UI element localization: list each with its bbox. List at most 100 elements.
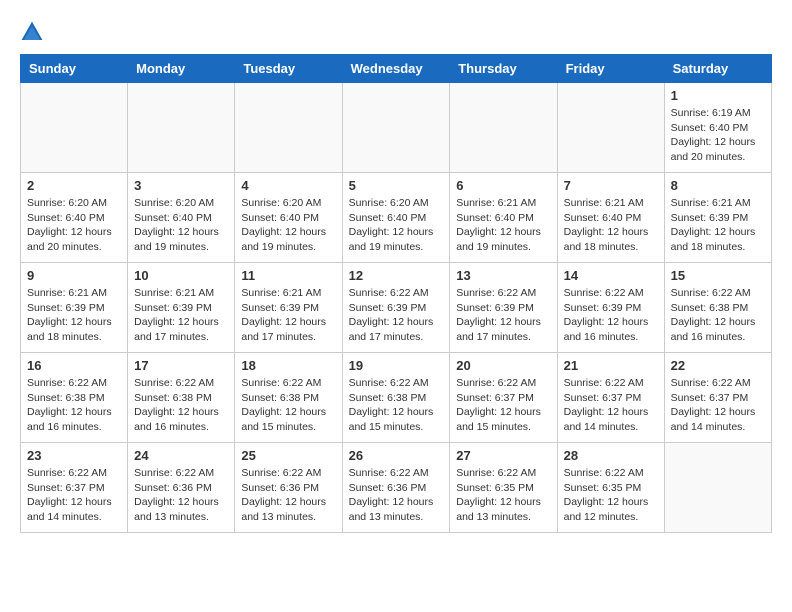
calendar-cell: 7 Sunrise: 6:21 AM Sunset: 6:40 PM Daylig…: [557, 173, 664, 263]
day-info: Sunrise: 6:22 AM Sunset: 6:38 PM Dayligh…: [241, 376, 335, 435]
day-info: Sunrise: 6:20 AM Sunset: 6:40 PM Dayligh…: [349, 196, 444, 255]
calendar-cell: 12 Sunrise: 6:22 AM Sunset: 6:39 PM Dayli…: [342, 263, 450, 353]
calendar-cell: [664, 443, 771, 533]
calendar-cell: 24Sunrise: 6:22 AM Sunset: 6:36 PM Dayli…: [128, 443, 235, 533]
day-info: Sunrise: 6:20 AM Sunset: 6:40 PM Dayligh…: [27, 196, 121, 255]
calendar-cell: 28 Sunrise: 6:22 AM Sunset: 6:35 PM Dayli…: [557, 443, 664, 533]
day-number: 21: [564, 358, 658, 373]
calendar-cell: 26 Sunrise: 6:22 AM Sunset: 6:36 PM Dayli…: [342, 443, 450, 533]
day-number: 8: [671, 178, 765, 193]
weekday-header-wednesday: Wednesday: [342, 55, 450, 83]
day-info: Sunrise: 6:20 AM Sunset: 6:40 PM Dayligh…: [241, 196, 335, 255]
day-info: Sunrise: 6:22 AM Sunset: 6:39 PM Dayligh…: [456, 286, 550, 345]
calendar-cell: 5 Sunrise: 6:20 AM Sunset: 6:40 PM Daylig…: [342, 173, 450, 263]
page-header: [20, 20, 772, 44]
weekday-header-monday: Monday: [128, 55, 235, 83]
day-number: 26: [349, 448, 444, 463]
calendar-cell: 11Sunrise: 6:21 AM Sunset: 6:39 PM Dayli…: [235, 263, 342, 353]
weekday-header-friday: Friday: [557, 55, 664, 83]
calendar-week-row: 2Sunrise: 6:20 AM Sunset: 6:40 PM Daylig…: [21, 173, 772, 263]
day-number: 25: [241, 448, 335, 463]
day-info: Sunrise: 6:22 AM Sunset: 6:36 PM Dayligh…: [134, 466, 228, 525]
calendar-cell: 14 Sunrise: 6:22 AM Sunset: 6:39 PM Dayli…: [557, 263, 664, 353]
logo-icon: [20, 20, 44, 44]
day-info: Sunrise: 6:22 AM Sunset: 6:36 PM Dayligh…: [241, 466, 335, 525]
day-info: Sunrise: 6:22 AM Sunset: 6:37 PM Dayligh…: [671, 376, 765, 435]
day-number: 16: [27, 358, 121, 373]
day-info: Sunrise: 6:22 AM Sunset: 6:37 PM Dayligh…: [456, 376, 550, 435]
calendar-cell: [450, 83, 557, 173]
calendar-week-row: 1Sunrise: 6:19 AM Sunset: 6:40 PM Daylig…: [21, 83, 772, 173]
weekday-header-sunday: Sunday: [21, 55, 128, 83]
calendar-cell: 25 Sunrise: 6:22 AM Sunset: 6:36 PM Dayli…: [235, 443, 342, 533]
day-number: 27: [456, 448, 550, 463]
day-info: Sunrise: 6:22 AM Sunset: 6:38 PM Dayligh…: [671, 286, 765, 345]
calendar-cell: [235, 83, 342, 173]
day-number: 7: [564, 178, 658, 193]
logo: [20, 20, 48, 44]
day-info: Sunrise: 6:22 AM Sunset: 6:38 PM Dayligh…: [27, 376, 121, 435]
calendar-cell: 15 Sunrise: 6:22 AM Sunset: 6:38 PM Dayli…: [664, 263, 771, 353]
day-number: 9: [27, 268, 121, 283]
calendar-cell: 19Sunrise: 6:22 AM Sunset: 6:38 PM Dayli…: [342, 353, 450, 443]
day-number: 11: [241, 268, 335, 283]
calendar-week-row: 16 Sunrise: 6:22 AM Sunset: 6:38 PM Dayli…: [21, 353, 772, 443]
weekday-header-saturday: Saturday: [664, 55, 771, 83]
day-info: Sunrise: 6:22 AM Sunset: 6:36 PM Dayligh…: [349, 466, 444, 525]
calendar-cell: 9 Sunrise: 6:21 AM Sunset: 6:39 PM Daylig…: [21, 263, 128, 353]
day-number: 22: [671, 358, 765, 373]
day-number: 17: [134, 358, 228, 373]
day-info: Sunrise: 6:20 AM Sunset: 6:40 PM Dayligh…: [134, 196, 228, 255]
calendar-cell: 20 Sunrise: 6:22 AM Sunset: 6:37 PM Dayli…: [450, 353, 557, 443]
calendar-cell: [128, 83, 235, 173]
day-number: 13: [456, 268, 550, 283]
day-number: 3: [134, 178, 228, 193]
day-info: Sunrise: 6:21 AM Sunset: 6:39 PM Dayligh…: [134, 286, 228, 345]
day-number: 23: [27, 448, 121, 463]
calendar-cell: 8 Sunrise: 6:21 AM Sunset: 6:39 PM Daylig…: [664, 173, 771, 263]
calendar-cell: [21, 83, 128, 173]
day-number: 14: [564, 268, 658, 283]
day-info: Sunrise: 6:21 AM Sunset: 6:39 PM Dayligh…: [27, 286, 121, 345]
calendar-cell: 3 Sunrise: 6:20 AM Sunset: 6:40 PM Daylig…: [128, 173, 235, 263]
calendar-week-row: 23 Sunrise: 6:22 AM Sunset: 6:37 PM Dayli…: [21, 443, 772, 533]
calendar-cell: 17 Sunrise: 6:22 AM Sunset: 6:38 PM Dayli…: [128, 353, 235, 443]
day-info: Sunrise: 6:22 AM Sunset: 6:35 PM Dayligh…: [456, 466, 550, 525]
day-number: 20: [456, 358, 550, 373]
calendar-cell: 13 Sunrise: 6:22 AM Sunset: 6:39 PM Dayli…: [450, 263, 557, 353]
calendar-table: SundayMondayTuesdayWednesdayThursdayFrid…: [20, 54, 772, 533]
day-number: 28: [564, 448, 658, 463]
calendar-body: 1Sunrise: 6:19 AM Sunset: 6:40 PM Daylig…: [21, 83, 772, 533]
day-number: 18: [241, 358, 335, 373]
calendar-cell: [557, 83, 664, 173]
day-info: Sunrise: 6:21 AM Sunset: 6:39 PM Dayligh…: [671, 196, 765, 255]
day-number: 10: [134, 268, 228, 283]
calendar-header: SundayMondayTuesdayWednesdayThursdayFrid…: [21, 55, 772, 83]
calendar-cell: [342, 83, 450, 173]
day-number: 5: [349, 178, 444, 193]
calendar-cell: 27 Sunrise: 6:22 AM Sunset: 6:35 PM Dayli…: [450, 443, 557, 533]
day-info: Sunrise: 6:22 AM Sunset: 6:38 PM Dayligh…: [134, 376, 228, 435]
calendar-cell: 4 Sunrise: 6:20 AM Sunset: 6:40 PM Daylig…: [235, 173, 342, 263]
calendar-cell: 2Sunrise: 6:20 AM Sunset: 6:40 PM Daylig…: [21, 173, 128, 263]
day-number: 6: [456, 178, 550, 193]
day-number: 4: [241, 178, 335, 193]
calendar-cell: 22 Sunrise: 6:22 AM Sunset: 6:37 PM Dayli…: [664, 353, 771, 443]
calendar-cell: 16 Sunrise: 6:22 AM Sunset: 6:38 PM Dayli…: [21, 353, 128, 443]
weekday-header-thursday: Thursday: [450, 55, 557, 83]
day-info: Sunrise: 6:22 AM Sunset: 6:35 PM Dayligh…: [564, 466, 658, 525]
calendar-cell: 6Sunrise: 6:21 AM Sunset: 6:40 PM Daylig…: [450, 173, 557, 263]
day-info: Sunrise: 6:21 AM Sunset: 6:40 PM Dayligh…: [564, 196, 658, 255]
calendar-cell: 1Sunrise: 6:19 AM Sunset: 6:40 PM Daylig…: [664, 83, 771, 173]
day-info: Sunrise: 6:22 AM Sunset: 6:39 PM Dayligh…: [564, 286, 658, 345]
day-info: Sunrise: 6:22 AM Sunset: 6:37 PM Dayligh…: [27, 466, 121, 525]
calendar-cell: 10 Sunrise: 6:21 AM Sunset: 6:39 PM Dayli…: [128, 263, 235, 353]
day-number: 1: [671, 88, 765, 103]
day-info: Sunrise: 6:22 AM Sunset: 6:37 PM Dayligh…: [564, 376, 658, 435]
day-number: 12: [349, 268, 444, 283]
day-number: 19: [349, 358, 444, 373]
weekday-header-row: SundayMondayTuesdayWednesdayThursdayFrid…: [21, 55, 772, 83]
day-info: Sunrise: 6:22 AM Sunset: 6:39 PM Dayligh…: [349, 286, 444, 345]
calendar-cell: 18 Sunrise: 6:22 AM Sunset: 6:38 PM Dayli…: [235, 353, 342, 443]
day-number: 15: [671, 268, 765, 283]
